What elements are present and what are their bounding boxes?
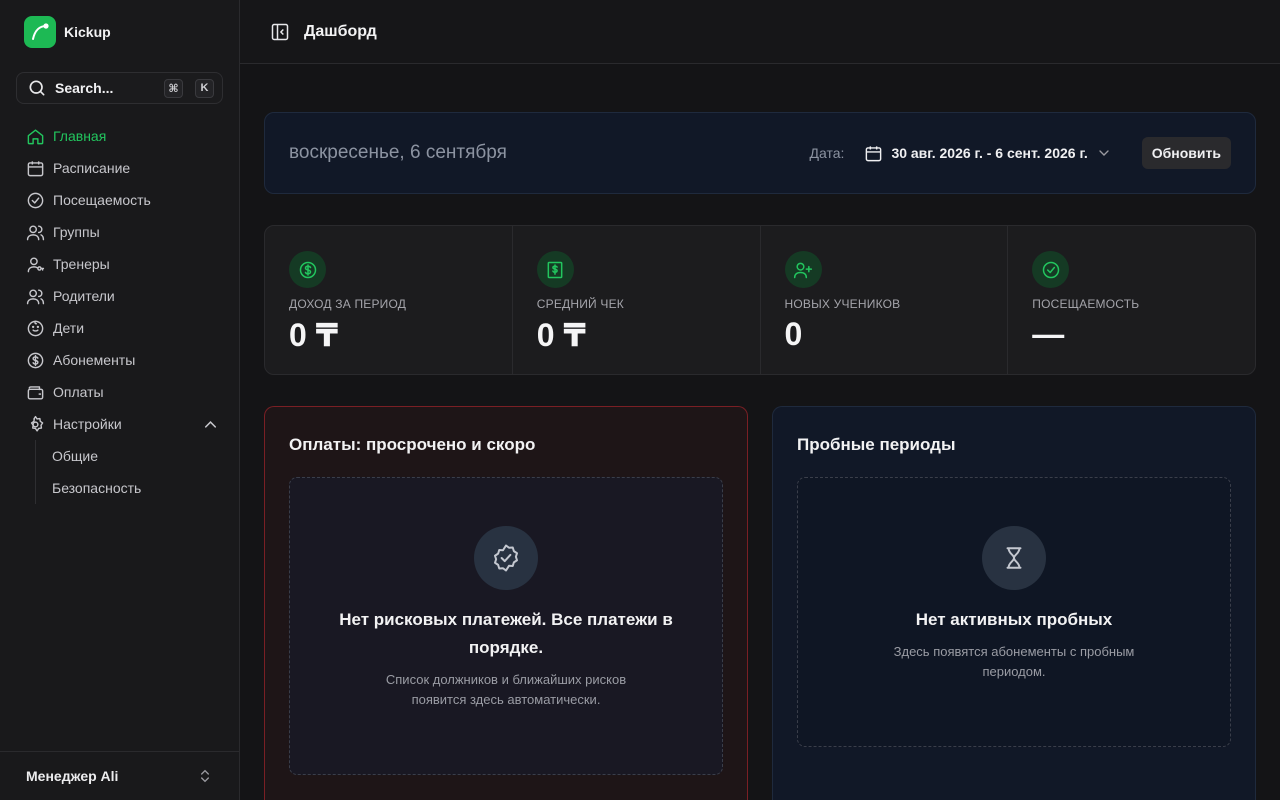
stat-label: СРЕДНИЙ ЧЕК xyxy=(536,297,624,311)
empty-state-subtitle: Список должников и ближайших рисков появ… xyxy=(385,672,627,707)
sidebar-item-label: Безопасность xyxy=(52,480,142,496)
stat-label: ПОСЕЩАЕМОСТЬ xyxy=(1032,297,1140,311)
sidebar-item-label: Тренеры xyxy=(53,256,110,272)
page-title: Дашборд xyxy=(304,22,377,40)
stat-label: НОВЫХ УЧЕНИКОВ xyxy=(784,297,901,311)
sidebar-item-home[interactable]: Главная xyxy=(16,120,224,152)
calendar-icon xyxy=(27,160,44,176)
empty-state-title: Нет активных пробных xyxy=(915,610,1113,629)
sidebar-item-children[interactable]: Дети xyxy=(16,312,224,344)
brand[interactable]: Kickup xyxy=(24,16,111,48)
search-input[interactable]: Search... ⌘ K xyxy=(16,72,223,104)
stat-card-new-students: НОВЫХ УЧЕНИКОВ 0 xyxy=(761,226,1009,374)
payments-risk-panel: Оплаты: просрочено и скоро Нет рисковых … xyxy=(264,406,748,800)
date-label: Дата: xyxy=(809,145,845,161)
chevron-down-icon xyxy=(1099,150,1109,156)
home-icon xyxy=(27,128,44,144)
wallet-icon xyxy=(27,385,44,400)
gear-icon xyxy=(30,415,44,432)
shortcut-k-key: K xyxy=(195,78,214,98)
users-icon xyxy=(26,224,45,240)
sidebar-item-label: Общие xyxy=(52,448,99,464)
sidebar-item-label: Группы xyxy=(53,224,100,240)
date-bar: воскресенье, 6 сентября Дата: 30 авг. 20… xyxy=(264,112,1256,194)
sidebar-item-security[interactable]: Безопасность xyxy=(52,472,224,504)
chevrons-up-down-icon xyxy=(201,769,209,783)
refresh-button[interactable]: Обновить xyxy=(1141,137,1231,169)
user-key-icon xyxy=(27,256,45,272)
empty-state-title: Нет рисковых платежей. Все платежи в пор… xyxy=(339,610,673,657)
sidebar-item-label: Дети xyxy=(53,320,85,336)
sidebar-nav: Главная Расписание Посещаемость Группы Т… xyxy=(16,120,224,504)
stat-value: — xyxy=(1032,316,1065,352)
sidebar-item-payments[interactable]: Оплаты xyxy=(16,376,224,408)
today-label: воскресенье, 6 сентября xyxy=(289,142,507,163)
hourglass-icon xyxy=(982,526,1046,590)
sidebar-item-schedule[interactable]: Расписание xyxy=(16,152,224,184)
sidebar-item-label: Родители xyxy=(53,288,115,304)
baby-icon xyxy=(27,320,44,336)
chevron-up-icon[interactable] xyxy=(201,415,220,434)
sidebar-item-label: Расписание xyxy=(53,160,131,176)
search-label: Search... xyxy=(55,80,114,96)
sidebar-toggle-icon[interactable] xyxy=(270,22,290,42)
stat-card-attendance: ПОСЕЩАЕМОСТЬ — xyxy=(1008,226,1255,374)
empty-state: Нет рисковых платежей. Все платежи в пор… xyxy=(289,477,723,775)
dollar-circle-icon xyxy=(289,251,326,288)
panel-title: Оплаты: просрочено и скоро xyxy=(289,435,536,454)
sidebar-item-settings[interactable]: Настройки xyxy=(16,408,224,440)
check-circle-icon xyxy=(27,192,44,208)
sidebar-item-groups[interactable]: Группы xyxy=(16,216,224,248)
settings-subnav: Общие Безопасность xyxy=(35,440,224,504)
users-icon xyxy=(26,288,45,304)
user-menu[interactable]: Менеджер Ali xyxy=(0,751,239,800)
sidebar-item-general[interactable]: Общие xyxy=(52,440,224,472)
trials-panel: Пробные периоды Нет активных пробных Зде… xyxy=(772,406,1256,800)
search-icon xyxy=(29,80,45,96)
sidebar-item-label: Настройки xyxy=(53,416,122,432)
sidebar: Kickup Search... ⌘ K Главная Расписание … xyxy=(0,0,240,800)
empty-state: Нет активных пробных Здесь появятся абон… xyxy=(797,477,1231,747)
sidebar-item-subscriptions[interactable]: Абонементы xyxy=(16,344,224,376)
sidebar-item-label: Посещаемость xyxy=(53,192,151,208)
stat-card-average-check: СРЕДНИЙ ЧЕК 0 ₸ xyxy=(513,226,761,374)
sidebar-item-coaches[interactable]: Тренеры xyxy=(16,248,224,280)
stats-row: ДОХОД ЗА ПЕРИОД 0 ₸ СРЕДНИЙ ЧЕК 0 ₸ НОВЫ… xyxy=(264,225,1256,375)
sidebar-item-label: Оплаты xyxy=(53,384,104,400)
stat-value: 0 xyxy=(784,316,803,352)
sidebar-item-label: Абонементы xyxy=(53,352,136,368)
stat-value: 0 ₸ xyxy=(289,317,338,353)
sidebar-item-label: Главная xyxy=(53,128,107,144)
date-range-value: 30 авг. 2026 г. - 6 сент. 2026 г. xyxy=(891,145,1088,161)
user-name: Менеджер Ali xyxy=(26,768,119,784)
calendar-icon xyxy=(866,145,882,161)
empty-state-subtitle: Здесь появятся абонементы с пробным пери… xyxy=(893,644,1135,679)
shortcut-mod-key: ⌘ xyxy=(164,78,183,98)
stat-value: 0 ₸ xyxy=(536,317,586,353)
panel-title: Пробные периоды xyxy=(797,435,956,454)
user-plus-icon xyxy=(784,251,822,288)
check-circle-icon xyxy=(1032,251,1070,288)
dollar-circle-icon xyxy=(27,352,44,368)
app-name: Kickup xyxy=(64,24,111,40)
badge-check-icon xyxy=(474,526,538,590)
stat-label: ДОХОД ЗА ПЕРИОД xyxy=(289,297,407,311)
stat-card-revenue: ДОХОД ЗА ПЕРИОД 0 ₸ xyxy=(265,226,513,374)
app-logo xyxy=(24,16,56,48)
receipt-icon xyxy=(536,251,574,288)
sidebar-item-attendance[interactable]: Посещаемость xyxy=(16,184,224,216)
sidebar-item-parents[interactable]: Родители xyxy=(16,280,224,312)
page-header: Дашборд xyxy=(240,0,1280,64)
date-range-picker[interactable]: 30 авг. 2026 г. - 6 сент. 2026 г. xyxy=(864,144,1111,163)
